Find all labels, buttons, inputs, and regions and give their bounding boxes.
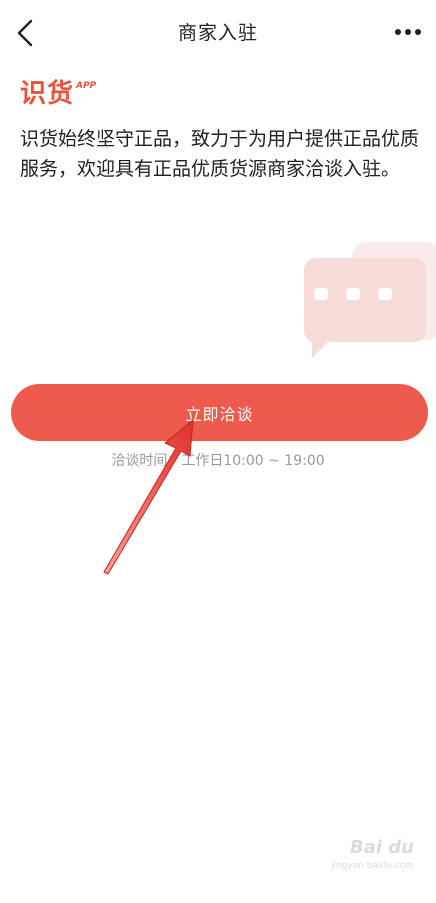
more-dots-icon: [395, 29, 421, 35]
page-title: 商家入驻: [177, 22, 258, 44]
top-navigation-bar: 商家入驻: [0, 0, 436, 66]
more-button[interactable]: [388, 18, 428, 46]
start-negotiation-button[interactable]: 立即洽谈: [11, 384, 428, 441]
logo-text: 识货: [20, 79, 75, 109]
chat-bubbles-icon: [303, 242, 436, 358]
watermark-brand: Bai du: [349, 837, 414, 858]
logo-superscript: APP: [76, 81, 97, 91]
page: 商家入驻 识货 APP 识货始终坚守正品，致力于为用户提供正品优质服务，欢迎具有…: [0, 0, 436, 903]
app-logo: 识货 APP: [20, 78, 96, 112]
baidu-watermark: Bai du jingyan.baidu.com: [304, 837, 414, 881]
intro-description: 识货始终坚守正品，致力于为用户提供正品优质服务，欢迎具有正品优质货源商家洽谈入驻…: [20, 128, 420, 180]
watermark-url: jingyan.baidu.com: [330, 861, 414, 871]
negotiation-hours: 洽谈时间：工作日10:00 ~ 19:00: [111, 453, 325, 469]
